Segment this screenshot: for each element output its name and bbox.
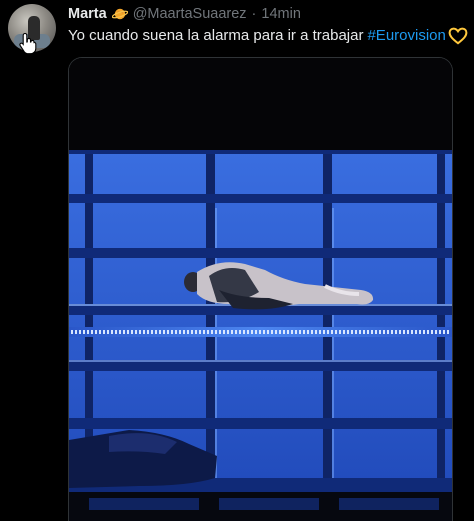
tweet[interactable]: Marta @MaartaSuaarez · 14min Yo cuando s… — [0, 0, 474, 521]
timestamp[interactable]: 14min — [261, 6, 301, 22]
hashtag-link[interactable]: #Eurovision — [367, 26, 445, 45]
author-handle[interactable]: @MaartaSuaarez — [133, 6, 247, 22]
tweet-header: Marta @MaartaSuaarez · 14min — [68, 4, 301, 24]
separator-dot: · — [251, 6, 257, 22]
author-name[interactable]: Marta — [68, 6, 107, 22]
tweet-media[interactable] — [68, 57, 453, 521]
hand-cursor-icon — [19, 32, 37, 54]
planet-emoji-icon — [111, 8, 128, 20]
yellow-heart-icon — [448, 27, 468, 44]
tweet-body: Yo cuando suena la alarma para ir a trab… — [68, 27, 364, 44]
tweet-text: Yo cuando suena la alarma para ir a trab… — [68, 26, 472, 45]
stage-video-thumbnail — [69, 58, 452, 521]
